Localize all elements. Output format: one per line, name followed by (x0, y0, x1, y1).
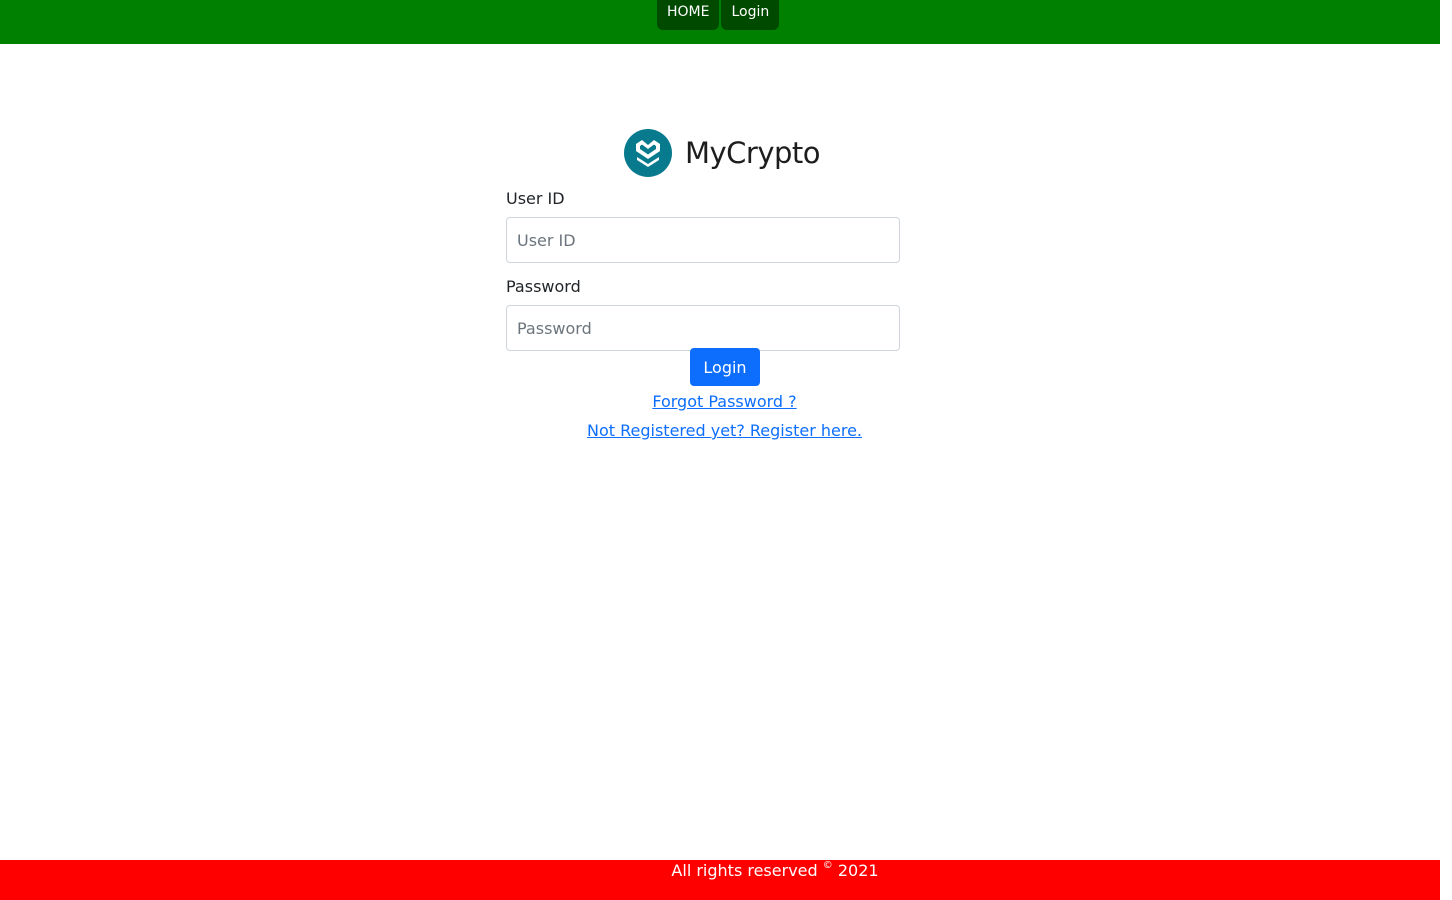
password-input[interactable] (506, 305, 900, 351)
login-submit-button[interactable]: Login (690, 348, 760, 386)
login-page: HOME Login MyCrypto User ID Password Log… (0, 0, 1452, 900)
copyright-symbol: © (822, 860, 833, 871)
nav-home-button[interactable]: HOME (657, 0, 720, 30)
user-id-input[interactable] (506, 217, 900, 263)
register-row: Not Registered yet? Register here. (0, 421, 1449, 441)
mycrypto-logo-icon (624, 129, 672, 177)
register-link[interactable]: Not Registered yet? Register here. (587, 421, 862, 440)
brand-name: MyCrypto (685, 136, 821, 170)
login-form: User ID Password (506, 189, 900, 365)
nav-login-button[interactable]: Login (721, 0, 780, 30)
password-label: Password (506, 277, 581, 296)
forgot-password-row: Forgot Password ? (0, 392, 1449, 412)
footer-year: 2021 (832, 861, 879, 880)
footer-rights-text: All rights reserved (671, 861, 823, 880)
page-footer: All rights reserved © 2021 (0, 860, 1440, 900)
forgot-password-link[interactable]: Forgot Password ? (652, 392, 796, 411)
main-nav: HOME Login (657, 0, 780, 30)
user-id-label: User ID (506, 189, 565, 208)
top-navbar: HOME Login (0, 0, 1440, 44)
brand-logo: MyCrypto (624, 129, 821, 177)
